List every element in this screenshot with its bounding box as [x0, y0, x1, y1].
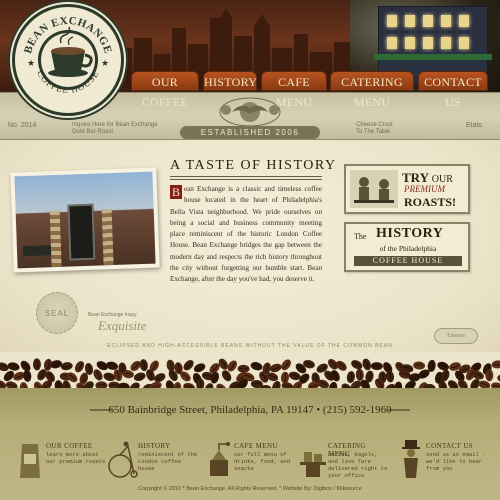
nav-label: HISTORY [204, 75, 258, 89]
footer-link-history[interactable]: HISTORY reminiscent of the London coffee… [108, 438, 200, 486]
history-paragraph: Bean Exchange is a classic and timeless … [170, 184, 322, 286]
promo-try: TRY [402, 170, 429, 185]
bean-exchange-logo[interactable]: BEAN EXCHANGE COFFEE HOUSE ★ ★ [12, 4, 124, 116]
svg-text:★: ★ [27, 58, 35, 68]
storefront-photo [10, 167, 160, 273]
nav-cafe-menu[interactable]: CAFE MENU [261, 71, 327, 109]
promo-premium: PREMIUM [404, 184, 445, 194]
promo-of-philadelphia: of the Philadelphia [379, 244, 437, 253]
footer-desc: reminiscent of the London coffee house [138, 451, 198, 472]
drop-cap: B [170, 185, 182, 199]
history-text: ean Exchange is a classic and timeless c… [170, 185, 322, 284]
band-number: No. 2014 [8, 122, 37, 129]
band-small-text: Inquire Here for Bean Exchange [72, 122, 158, 128]
footer-link-catering-menu[interactable]: CATERING MENU coffee, bagels, and live f… [298, 438, 390, 486]
footer-title: CAFE MENU [234, 442, 278, 450]
coffee-beans-border [0, 352, 500, 392]
band-small-text: Gold Bar Roast [72, 129, 114, 135]
tagline: ECLIPSED AND HIGH-ACCESSIBLE BEANS WITHO… [107, 343, 393, 349]
address-phone: 650 Bainbridge Street, Philadelphia, PA … [108, 404, 392, 416]
nav-label: OUR COFFEE [141, 75, 189, 109]
gentleman-icon [402, 440, 420, 478]
promo-history: HISTORY [376, 226, 444, 241]
footer-desc: our full menu of drinks, food, and snack… [234, 451, 291, 472]
divider [170, 176, 322, 177]
copyright-notice: Copyright © 2010 * Bean Exchange. All Ri… [138, 486, 362, 492]
promo-roasts: ROASTS! [404, 195, 457, 209]
serving-tray-icon [300, 452, 326, 477]
esteem-seal: Esteem [434, 328, 478, 344]
footer-title: HISTORY [138, 442, 171, 450]
penny-farthing-icon [108, 441, 138, 478]
nav-history[interactable]: HISTORY [203, 71, 257, 91]
band-small-text: Cheese Crust [356, 122, 393, 128]
try-premium-roasts-promo[interactable]: TRY OUR PREMIUM ROASTS! [344, 164, 470, 214]
coffee-grinder-icon [210, 442, 230, 476]
signature: Exquisite [98, 318, 147, 333]
footer-link-our-coffee[interactable]: OUR COFFEE learn more about our premium … [16, 438, 108, 486]
nav-contact-us[interactable]: CONTACT US [418, 71, 488, 109]
footer-desc: learn more about our premium roasts [46, 451, 106, 465]
promo-the: The [354, 232, 367, 241]
footer-link-contact-us[interactable]: CONTACT US send us an email - we'd like … [396, 438, 488, 486]
nav-our-coffee[interactable]: OUR COFFEE [131, 71, 199, 109]
divider [170, 179, 322, 180]
footer-desc: coffee, bagels, and live fare delivered … [328, 451, 388, 479]
nav-label: CAFE MENU [275, 75, 313, 109]
coffee-bag-icon [20, 444, 40, 478]
footer-desc: send us an email - we'd like to hear fro… [426, 451, 486, 472]
band-small-text: To The Table [356, 129, 391, 135]
band-label: Etats [466, 122, 482, 129]
seal-stamp: SEAL [36, 292, 78, 334]
history-coffee-house-promo[interactable]: The HISTORY of the Philadelphia COFFEE H… [344, 222, 470, 272]
nav-catering-menu[interactable]: CATERING MENU [330, 71, 414, 109]
footer-link-cafe-menu[interactable]: CAFE MENU our full menu of drinks, food,… [204, 438, 296, 486]
svg-text:★: ★ [101, 58, 109, 68]
established-banner: ESTABLISHED 2006 [180, 126, 320, 139]
promo-coffee-house: COFFEE HOUSE [354, 256, 462, 266]
vintage-cafe-illustration-icon [350, 170, 398, 208]
footer-title: OUR COFFEE [46, 442, 93, 450]
footer-title: CONTACT US [426, 442, 474, 450]
section-title: A TASTE OF HISTORY [170, 158, 337, 173]
